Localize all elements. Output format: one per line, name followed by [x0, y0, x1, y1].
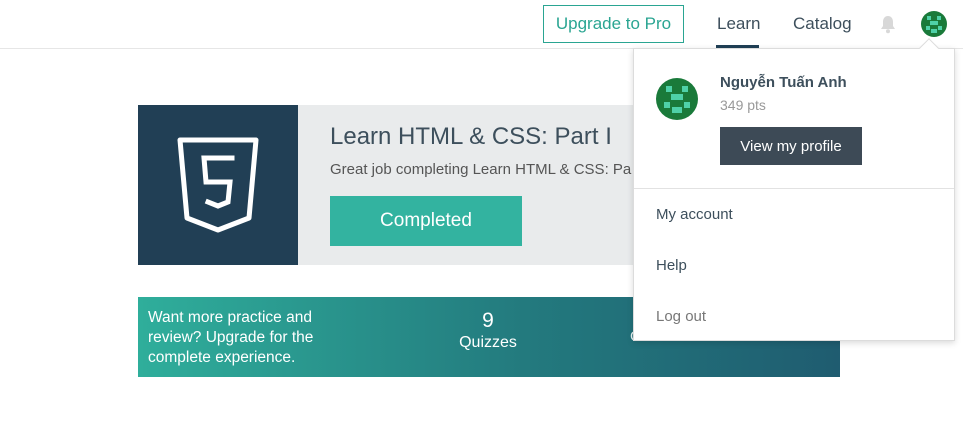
completed-button[interactable]: Completed	[330, 196, 522, 246]
menu-item-my-account[interactable]: My account	[656, 206, 733, 223]
account-dropdown: Nguyễn Tuấn Anh 349 pts View my profile …	[633, 38, 955, 341]
quizzes-label: Quizzes	[459, 334, 517, 351]
user-name: Nguyễn Tuấn Anh	[720, 74, 847, 91]
quizzes-stat: 9 Quizzes	[448, 309, 528, 353]
view-profile-button[interactable]: View my profile	[720, 127, 862, 165]
nav-catalog-link[interactable]: Catalog	[793, 14, 852, 34]
avatar-icon[interactable]	[656, 78, 698, 120]
menu-item-log-out[interactable]: Log out	[656, 308, 706, 325]
quizzes-count: 9	[482, 309, 494, 332]
divider	[634, 188, 954, 189]
upsell-text: Want more practice and review? Upgrade f…	[148, 309, 314, 366]
course-subtitle: Great job completing Learn HTML & CSS: P…	[330, 161, 632, 178]
upgrade-to-pro-button[interactable]: Upgrade to Pro	[543, 5, 684, 43]
nav-learn-link[interactable]: Learn	[717, 14, 760, 34]
html5-icon	[138, 105, 298, 265]
user-points: 349 pts	[720, 97, 766, 113]
bell-icon[interactable]	[879, 14, 897, 34]
course-title[interactable]: Learn HTML & CSS: Part I	[330, 123, 612, 151]
menu-item-help[interactable]: Help	[656, 257, 687, 274]
avatar-icon[interactable]	[921, 11, 947, 37]
top-navigation: Upgrade to Pro Learn Catalog	[0, 0, 963, 49]
